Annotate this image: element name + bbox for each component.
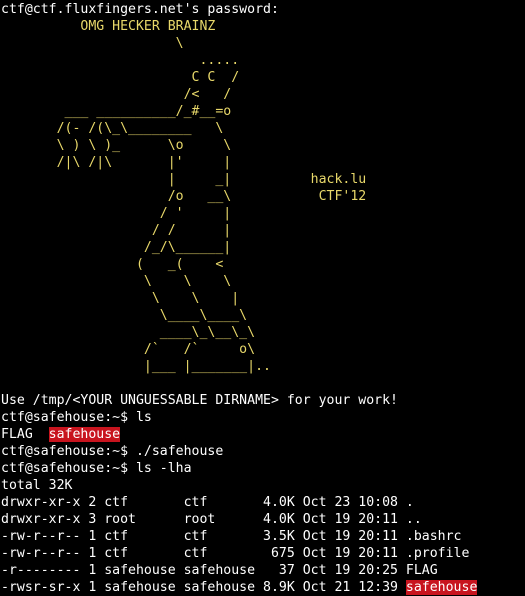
ascii-art-line: /|\ /|\ |' | xyxy=(1,155,232,170)
ascii-art-line: / ' | xyxy=(1,206,232,221)
ascii-art-line: / / | xyxy=(1,223,232,238)
ascii-art-line: /_/\______| xyxy=(1,240,232,255)
banner-title: OMG HECKER BRAINZ xyxy=(1,19,216,34)
shell-command-run: ctf@safehouse:~$ ./safehouse xyxy=(1,444,224,459)
ls-total: total 32K xyxy=(1,478,73,493)
ascii-art-line: ___ __________/_#__=o xyxy=(1,104,232,119)
ls-output: FLAG safehouse xyxy=(1,426,121,443)
ascii-art-line: /< / xyxy=(1,87,232,102)
dir-listing-row: -rw-r--r-- 1 ctf ctf 675 Oct 19 20:11 .p… xyxy=(1,546,470,561)
ascii-art-line-ctf12: /o __\ CTF'12 xyxy=(1,189,367,204)
ascii-art-line: C C / xyxy=(1,70,240,85)
terminal-window[interactable]: ctf@ctf.fluxfingers.net's password: OMG … xyxy=(0,0,525,596)
ls-output-safehouse-highlight: safehouse xyxy=(48,427,121,442)
motd-line: Use /tmp/<YOUR UNGUESSABLE DIRNAME> for … xyxy=(1,393,398,408)
ascii-art-line-hacklu: | _| hack.lu xyxy=(1,172,367,187)
dir-listing-row: -rw-r--r-- 1 ctf ctf 3.5K Oct 19 20:11 .… xyxy=(1,529,462,544)
ascii-art-line: ( _( < xyxy=(1,257,224,272)
dir-listing-safehouse-highlight: safehouse xyxy=(405,580,478,595)
ascii-art-line: \ ) \ )_ \o \ xyxy=(1,138,232,153)
dir-listing-row: drwxr-xr-x 3 root root 4.0K Oct 19 20:11… xyxy=(1,512,422,527)
ascii-art-line: \ \ | xyxy=(1,291,240,306)
ascii-art-line: /` /` o\ xyxy=(1,342,256,357)
ascii-art-line: ____\_\__\_\ xyxy=(1,325,256,340)
ascii-art-line: \____\____\ xyxy=(1,308,248,323)
dir-listing-row: drwxr-xr-x 2 ctf ctf 4.0K Oct 23 10:08 . xyxy=(1,495,414,510)
ascii-art-line: \ xyxy=(1,36,184,51)
dir-listing-row: -rwsr-sr-x 1 safehouse safehouse 8.9K Oc… xyxy=(1,579,478,596)
ascii-art-line: ..... xyxy=(1,53,240,68)
shell-command-ls-lha: ctf@safehouse:~$ ls -lha xyxy=(1,461,192,476)
dir-listing-row: -r-------- 1 safehouse safehouse 37 Oct … xyxy=(1,563,438,578)
ascii-art-line: |___ |_______|.. xyxy=(1,359,271,374)
password-prompt: ctf@ctf.fluxfingers.net's password: xyxy=(1,2,279,17)
shell-command-ls: ctf@safehouse:~$ ls xyxy=(1,410,152,425)
ascii-art-line: \ \ \ xyxy=(1,274,232,289)
ascii-art-line: /(- /(\_\________ \ xyxy=(1,121,224,136)
dir-listing-prefix: -rwsr-sr-x 1 safehouse safehouse 8.9K Oc… xyxy=(1,580,406,595)
ls-output-flag: FLAG xyxy=(1,427,49,442)
